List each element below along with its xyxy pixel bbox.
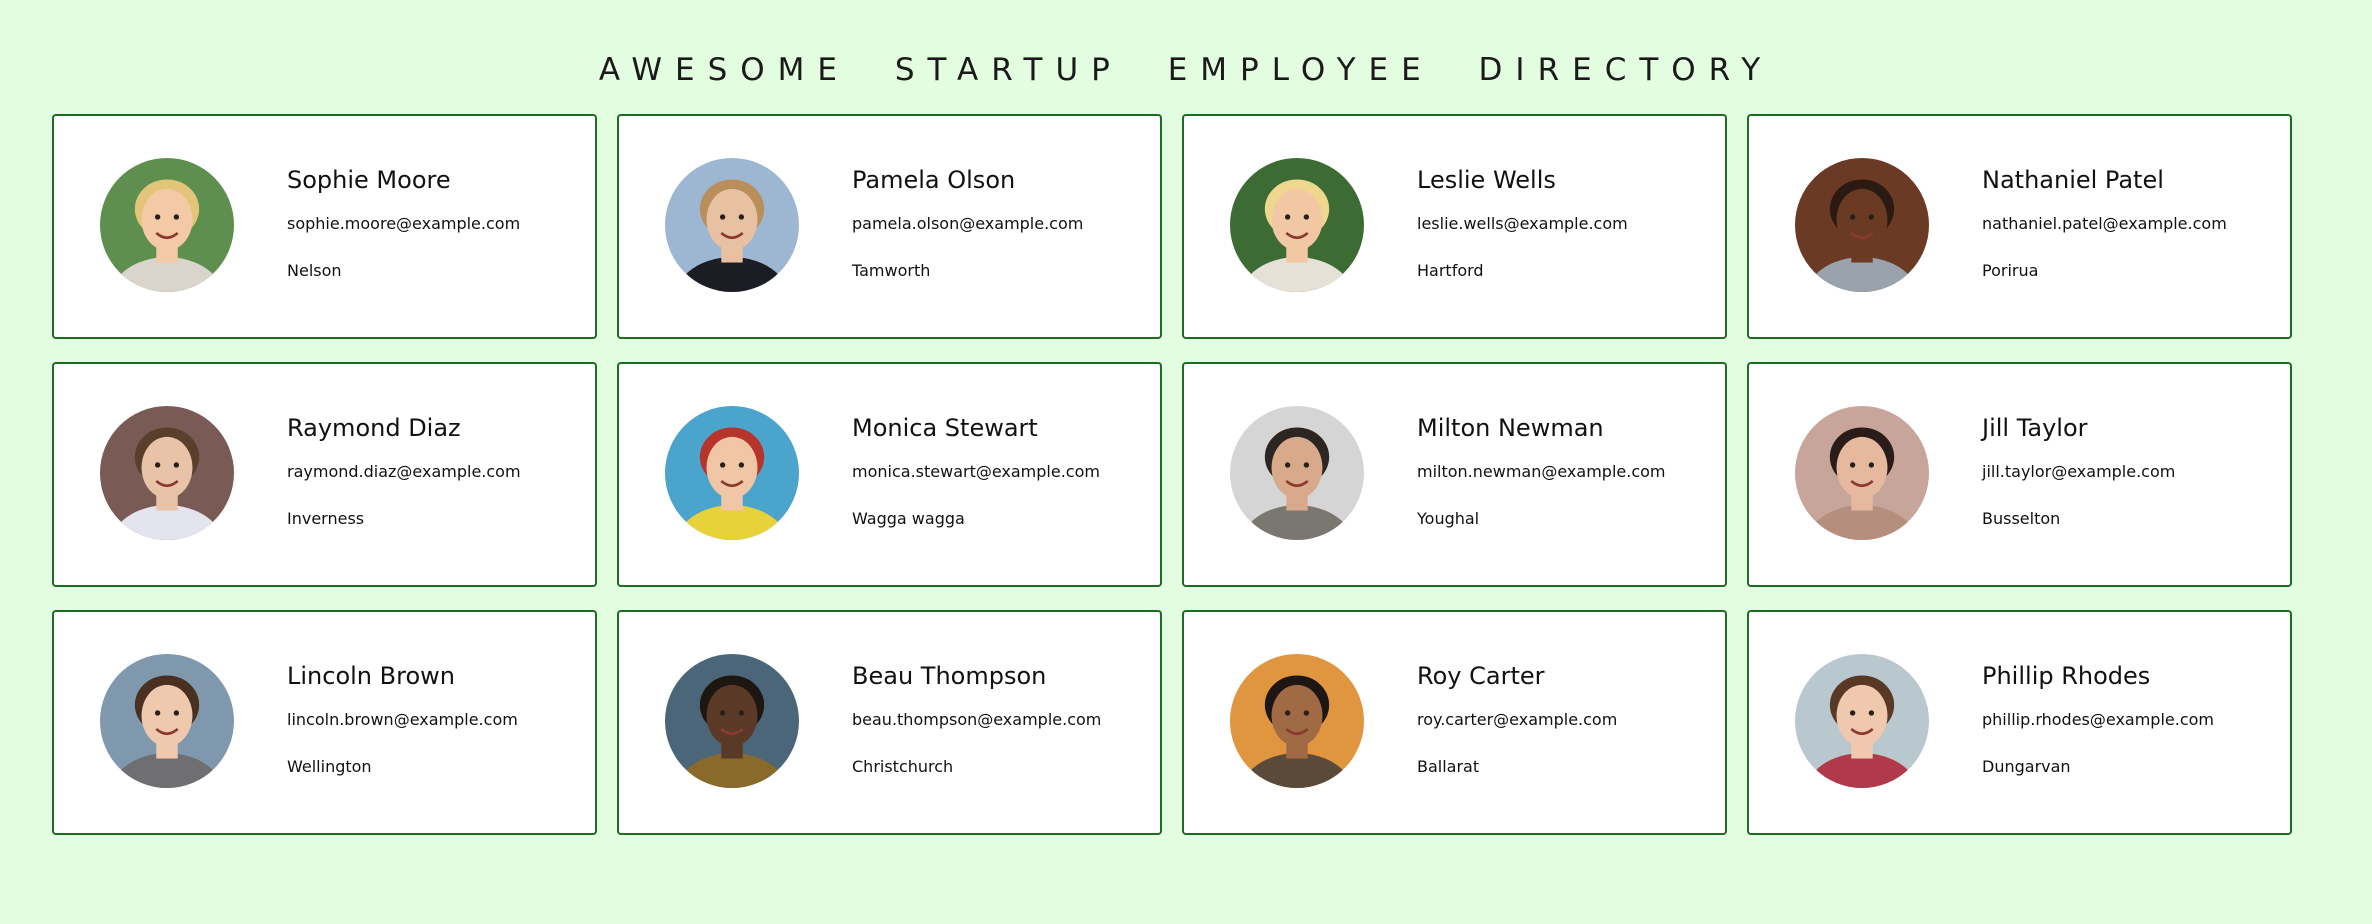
employee-city: Ballarat [1417, 757, 1480, 776]
employee-email: beau.thompson@example.com [852, 710, 1102, 729]
employee-info: Lincoln Brown lincoln.brown@example.com We… [287, 662, 587, 776]
employee-avatar [665, 654, 799, 788]
employee-name: Beau Thompson [852, 662, 1047, 690]
employee-card[interactable]: Nathaniel Patel nathaniel.patel@example.c… [1747, 114, 2292, 339]
employee-email: sophie.moore@example.com [287, 214, 521, 233]
employee-avatar [100, 654, 234, 788]
employee-city: Wellington [287, 757, 372, 776]
employee-name: Monica Stewart [852, 414, 1038, 442]
employee-info: Beau Thompson beau.thompson@example.com Ch… [852, 662, 1152, 776]
employee-name: Lincoln Brown [287, 662, 455, 690]
employee-card[interactable]: Beau Thompson beau.thompson@example.com Ch… [617, 610, 1162, 835]
employee-avatar [1230, 406, 1364, 540]
employee-email: monica.stewart@example.com [852, 462, 1100, 481]
employee-name: Milton Newman [1417, 414, 1604, 442]
employee-city: Dungarvan [1982, 757, 2071, 776]
employee-info: Milton Newman milton.newman@example.com Yo… [1417, 414, 1717, 528]
employee-city: Hartford [1417, 261, 1484, 280]
employee-email: roy.carter@example.com [1417, 710, 1618, 729]
employee-email: nathaniel.patel@example.com [1982, 214, 2227, 233]
employee-name: Sophie Moore [287, 166, 451, 194]
employee-card[interactable]: Roy Carter roy.carter@example.com Ballarat [1182, 610, 1727, 835]
employee-avatar [1230, 654, 1364, 788]
employee-name: Pamela Olson [852, 166, 1016, 194]
employee-avatar [665, 406, 799, 540]
employee-name: Nathaniel Patel [1982, 166, 2164, 194]
employee-info: Sophie Moore sophie.moore@example.com Nels… [287, 166, 587, 280]
employee-email: milton.newman@example.com [1417, 462, 1666, 481]
employee-grid: Sophie Moore sophie.moore@example.com Nels… [52, 114, 2292, 835]
employee-city: Inverness [287, 509, 365, 528]
employee-city: Nelson [287, 261, 342, 280]
employee-city: Christchurch [852, 757, 954, 776]
employee-card[interactable]: Sophie Moore sophie.moore@example.com Nels… [52, 114, 597, 339]
employee-card[interactable]: Jill Taylor jill.taylor@example.com Bussel… [1747, 362, 2292, 587]
employee-email: pamela.olson@example.com [852, 214, 1084, 233]
employee-email: leslie.wells@example.com [1417, 214, 1628, 233]
employee-card[interactable]: Lincoln Brown lincoln.brown@example.com We… [52, 610, 597, 835]
employee-avatar [1795, 158, 1929, 292]
employee-card[interactable]: Milton Newman milton.newman@example.com Yo… [1182, 362, 1727, 587]
employee-info: Roy Carter roy.carter@example.com Ballarat [1417, 662, 1717, 776]
employee-avatar [1795, 654, 1929, 788]
employee-avatar [100, 158, 234, 292]
employee-email: raymond.diaz@example.com [287, 462, 521, 481]
employee-name: Jill Taylor [1982, 414, 2088, 442]
employee-name: Raymond Diaz [287, 414, 461, 442]
employee-info: Nathaniel Patel nathaniel.patel@example.c… [1982, 166, 2282, 280]
employee-card[interactable]: Leslie Wells leslie.wells@example.com Hart… [1182, 114, 1727, 339]
employee-city: Busselton [1982, 509, 2061, 528]
employee-city: Tamworth [852, 261, 931, 280]
employee-avatar [100, 406, 234, 540]
employee-avatar [1230, 158, 1364, 292]
employee-info: Pamela Olson pamela.olson@example.com Tamw… [852, 166, 1152, 280]
employee-email: jill.taylor@example.com [1982, 462, 2176, 481]
employee-name: Phillip Rhodes [1982, 662, 2151, 690]
employee-info: Monica Stewart monica.stewart@example.com… [852, 414, 1152, 528]
employee-info: Jill Taylor jill.taylor@example.com Bussel… [1982, 414, 2282, 528]
employee-card[interactable]: Raymond Diaz raymond.diaz@example.com Inve… [52, 362, 597, 587]
employee-card[interactable]: Phillip Rhodes phillip.rhodes@example.com… [1747, 610, 2292, 835]
employee-card[interactable]: Pamela Olson pamela.olson@example.com Tamw… [617, 114, 1162, 339]
employee-info: Raymond Diaz raymond.diaz@example.com Inve… [287, 414, 587, 528]
employee-name: Roy Carter [1417, 662, 1545, 690]
employee-avatar [1795, 406, 1929, 540]
employee-card[interactable]: Monica Stewart monica.stewart@example.com… [617, 362, 1162, 587]
page-title: AWESOME STARTUP EMPLOYEE DIRECTORY [598, 52, 1774, 88]
employee-name: Leslie Wells [1417, 166, 1556, 194]
employee-avatar [665, 158, 799, 292]
employee-city: Youghal [1417, 509, 1480, 528]
employee-email: lincoln.brown@example.com [287, 710, 518, 729]
employee-info: Leslie Wells leslie.wells@example.com Hart… [1417, 166, 1717, 280]
employee-city: Porirua [1982, 261, 2039, 280]
employee-city: Wagga wagga [852, 509, 965, 528]
employee-info: Phillip Rhodes phillip.rhodes@example.com… [1982, 662, 2282, 776]
employee-email: phillip.rhodes@example.com [1982, 710, 2215, 729]
